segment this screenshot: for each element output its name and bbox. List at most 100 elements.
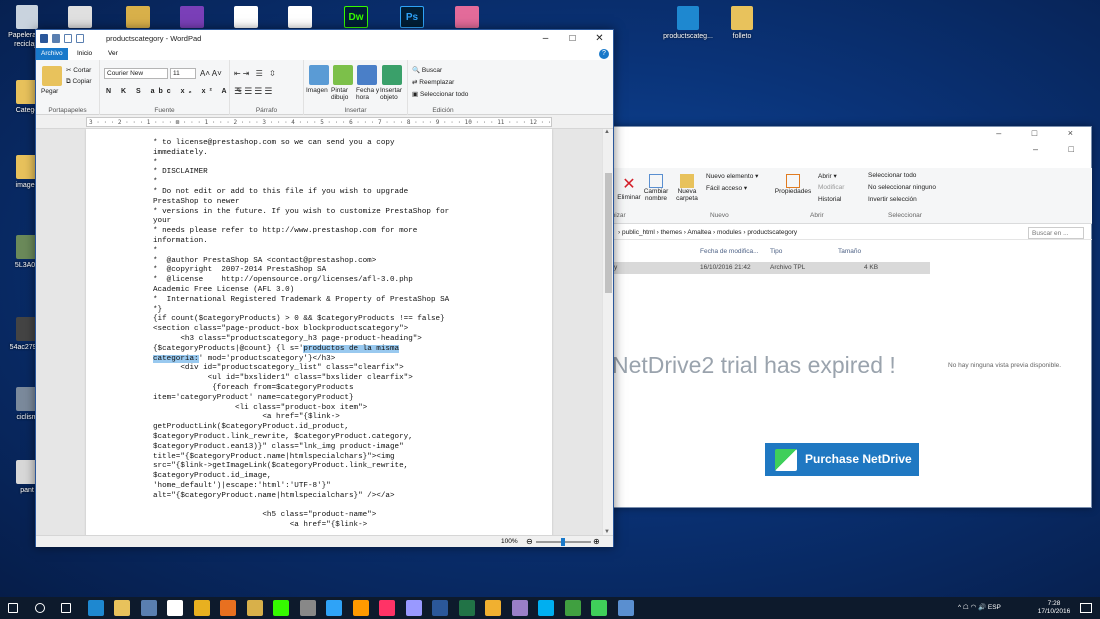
after-effects-icon[interactable] xyxy=(405,600,422,616)
purchase-netdrive-button[interactable]: Purchase NetDrive ! xyxy=(765,443,919,499)
find-button[interactable]: 🔍 Buscar xyxy=(412,66,442,74)
illustrator-icon[interactable] xyxy=(352,600,369,616)
indent-list-buttons[interactable]: ⇤⇥ ☰ ⇳ xyxy=(234,69,278,78)
properties-button[interactable]: Propiedades xyxy=(774,174,812,195)
help-icon[interactable]: ? xyxy=(599,49,609,59)
task-view-icon[interactable] xyxy=(61,603,71,613)
format-buttons[interactable]: N K S abc x₂ x² A ✎ xyxy=(106,87,246,95)
insert-image-button[interactable]: Imagen xyxy=(306,87,328,94)
cortana-icon[interactable] xyxy=(34,603,45,613)
app-icon[interactable] xyxy=(234,6,258,28)
skype-icon[interactable] xyxy=(538,600,554,616)
modify-button[interactable]: Modificar xyxy=(818,184,844,191)
save-icon[interactable] xyxy=(52,34,60,43)
wordpad-title-bar[interactable]: productscategory - WordPad – □ ✕ xyxy=(36,30,613,48)
redo-icon[interactable] xyxy=(76,34,84,43)
file-explorer-icon[interactable] xyxy=(114,600,130,616)
explorer-inner-controls[interactable]: – □ xyxy=(1033,144,1088,154)
app-icon[interactable] xyxy=(288,6,312,28)
photoshop-icon[interactable]: Ps xyxy=(400,6,424,28)
netdrive-icon[interactable] xyxy=(591,600,607,616)
excel-icon[interactable] xyxy=(458,600,475,616)
image-icon[interactable] xyxy=(309,65,329,85)
app-icon[interactable] xyxy=(246,600,263,616)
paint-icon[interactable] xyxy=(333,65,353,85)
desktop-icon[interactable]: productscateg... xyxy=(661,6,715,41)
align-buttons[interactable]: ☰☰☰☰ xyxy=(234,86,274,97)
font-size-select[interactable]: 11 xyxy=(170,68,196,79)
replace-button[interactable]: ⇄ Reemplazar xyxy=(412,78,454,86)
app-icon[interactable] xyxy=(299,600,316,616)
clock[interactable]: 7:28 17/10/2016 xyxy=(1034,600,1074,616)
file-row[interactable]: y 16/10/2016 21:42 Archivo TPL 4 KB xyxy=(608,262,930,274)
app-icon[interactable] xyxy=(126,6,150,28)
calendar-icon[interactable] xyxy=(357,65,377,85)
new-item-button[interactable]: Nuevo elemento ▾ xyxy=(706,172,758,180)
visual-studio-icon[interactable] xyxy=(180,6,204,28)
close-button[interactable]: ✕ xyxy=(586,30,613,48)
insert-object-button[interactable]: Insertar objeto xyxy=(380,87,408,101)
select-all-wordpad-button[interactable]: ▣ Seleccionar todo xyxy=(412,90,468,98)
paint-drawing-button[interactable]: Pintar dibujo xyxy=(331,87,355,101)
app-icon[interactable] xyxy=(564,600,581,616)
dreamweaver-icon[interactable]: Dw xyxy=(344,6,368,28)
column-date[interactable]: Fecha de modifica... xyxy=(700,244,759,260)
app-icon[interactable] xyxy=(455,6,479,28)
explorer-title-bar[interactable]: – □ × xyxy=(607,127,1091,141)
select-none-button[interactable]: No seleccionar ninguno xyxy=(868,184,936,191)
history-button[interactable]: Historial xyxy=(818,196,841,203)
start-icon[interactable] xyxy=(8,603,18,613)
scroll-up-icon[interactable]: ▲ xyxy=(604,129,610,135)
grow-shrink-font-buttons[interactable]: A˄ A˅ xyxy=(200,69,222,78)
cut-button[interactable]: ✂ Cortar xyxy=(66,66,91,74)
firefox-icon[interactable] xyxy=(220,600,236,616)
column-size[interactable]: Tamaño xyxy=(838,244,861,260)
document-text[interactable]: * to license@prestashop.com so we can se… xyxy=(153,139,449,531)
minimize-button[interactable]: – xyxy=(532,30,559,48)
wordpad-window[interactable]: productscategory - WordPad – □ ✕ Archivo… xyxy=(35,29,614,547)
font-family-select[interactable]: Courier New xyxy=(104,68,168,79)
zoom-out-button[interactable]: ⊖ xyxy=(526,536,533,548)
indesign-icon[interactable] xyxy=(379,600,395,616)
new-folder-button[interactable]: Nueva carpeta xyxy=(674,174,700,202)
desktop-icon[interactable]: folleto xyxy=(715,6,769,41)
tab-archivo[interactable]: Archivo xyxy=(36,48,68,60)
wordpad-icon[interactable] xyxy=(617,600,634,616)
invert-selection-button[interactable]: Invertir selección xyxy=(868,196,917,203)
app-icon[interactable] xyxy=(68,6,92,28)
document-page[interactable]: * to license@prestashop.com so we can se… xyxy=(86,129,552,535)
document-area[interactable]: * to license@prestashop.com so we can se… xyxy=(36,129,602,535)
app-icon[interactable] xyxy=(485,600,501,616)
open-button[interactable]: Abrir ▾ xyxy=(818,172,837,180)
notifications-icon[interactable] xyxy=(1080,603,1092,613)
photoshop-icon[interactable] xyxy=(326,600,342,616)
ruler[interactable]: 3 · · · 2 · · · 1 · · · ⊠ · · · 1 · · · … xyxy=(36,115,613,129)
delete-button[interactable]: ✕ Eliminar xyxy=(614,174,644,201)
tab-inicio[interactable]: Inicio xyxy=(72,48,97,60)
undo-icon[interactable] xyxy=(64,34,72,43)
paste-icon[interactable] xyxy=(42,66,62,86)
paste-button[interactable]: Pegar xyxy=(41,88,58,95)
edge-icon[interactable] xyxy=(87,600,104,616)
app-icon[interactable] xyxy=(140,600,157,616)
address-bar[interactable]: › public_html › themes › Amaltea › modul… xyxy=(606,226,1092,240)
store-icon[interactable] xyxy=(167,600,183,616)
scrollbar-thumb[interactable] xyxy=(605,173,612,293)
zoom-slider-thumb[interactable] xyxy=(561,538,565,546)
dreamweaver-icon[interactable] xyxy=(273,600,289,616)
column-type[interactable]: Tipo xyxy=(770,244,782,260)
word-icon[interactable] xyxy=(432,600,448,616)
chrome-icon[interactable] xyxy=(193,600,210,616)
zoom-in-button[interactable]: ⊕ xyxy=(593,536,600,548)
copy-button[interactable]: ⧉ Copiar xyxy=(66,78,92,86)
select-all-button[interactable]: Seleccionar todo xyxy=(868,172,916,179)
system-tray-icons[interactable]: ^ ☖ ◠ 🔊 ESP xyxy=(958,604,1001,612)
vertical-scrollbar[interactable]: ▲ ▼ xyxy=(602,129,613,535)
date-time-button[interactable]: Fecha y hora xyxy=(356,87,380,101)
rename-button[interactable]: Cambiar nombre xyxy=(642,174,670,202)
tab-ver[interactable]: Ver xyxy=(103,48,123,60)
explorer-window-controls[interactable]: – □ × xyxy=(996,128,1087,138)
object-icon[interactable] xyxy=(382,65,402,85)
easy-access-button[interactable]: Fácil acceso ▾ xyxy=(706,184,747,192)
search-input[interactable]: Buscar en ... xyxy=(1028,227,1084,239)
